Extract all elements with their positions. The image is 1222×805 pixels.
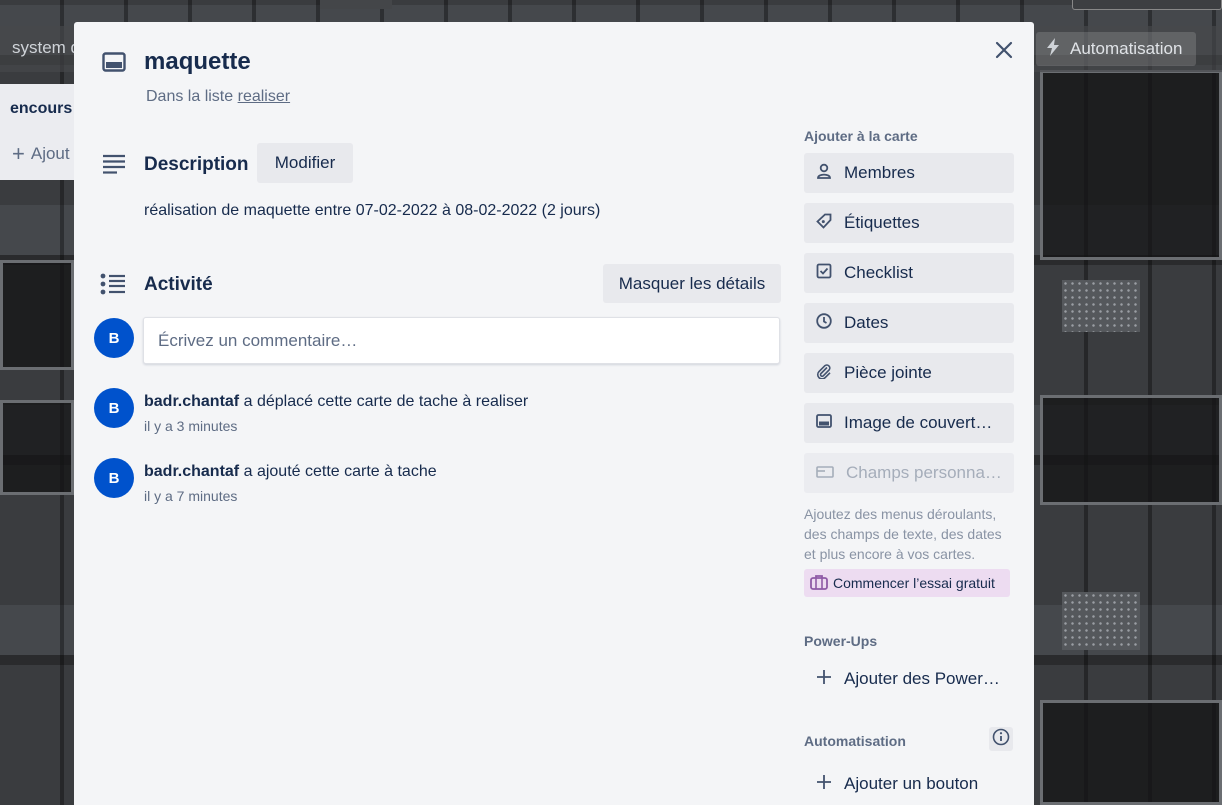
activity-user[interactable]: badr.chantaf [144,393,239,410]
labels-button[interactable]: Étiquettes [804,203,1014,243]
bg-decoration [1040,700,1222,805]
plus-icon: + [12,141,25,166]
activity-action: a déplacé cette carte de tache à realise… [243,393,529,410]
bg-decoration [320,0,392,9]
bg-decoration [1062,280,1140,332]
bg-add-card-label: Ajout [30,144,70,163]
add-button-button[interactable]: Ajouter un bouton [804,764,1014,804]
custom-fields-label: Champs personna… [846,463,1002,482]
bg-decoration [1062,592,1140,650]
attachment-label: Pièce jointe [844,363,932,382]
lightning-icon [1046,37,1060,61]
info-icon [992,728,1010,751]
avatar[interactable]: B [94,318,134,358]
labels-label: Étiquettes [844,213,920,232]
plus-icon [816,669,832,690]
start-trial-label: Commencer l’essai gratuit [833,575,995,591]
attachment-button[interactable]: Pièce jointe [804,353,1014,393]
add-powerups-button[interactable]: Ajouter des Power… [804,659,1014,699]
members-button[interactable]: Membres [804,153,1014,193]
custom-fields-icon [816,463,834,483]
add-to-card-heading: Ajouter à la carte [804,128,918,144]
info-button[interactable] [989,727,1013,751]
dates-label: Dates [844,313,889,332]
paperclip-icon [816,363,832,384]
bg-decoration [1040,395,1222,505]
custom-fields-note: Ajoutez des menus déroulants, des champs… [804,506,1002,562]
activity-heading: Activité [144,274,213,295]
activity-timestamp[interactable]: il y a 7 minutes [144,488,237,504]
close-button[interactable] [988,36,1020,68]
members-label: Membres [844,163,915,182]
card-title[interactable]: maquette [144,48,251,76]
description-icon [102,154,126,179]
activity-timestamp[interactable]: il y a 3 minutes [144,418,237,434]
cover-image-label: Image de couvert… [844,413,993,432]
description-text[interactable]: réalisation de maquette entre 07-02-2022… [144,202,600,220]
add-powerups-label: Ajouter des Power… [844,669,1000,688]
checkbox-icon [816,263,832,284]
activity-entry: badr.chantaf a déplacé cette carte de ta… [144,393,528,411]
in-list-prefix: Dans la liste [146,88,234,105]
bg-list-title[interactable]: encours [10,100,72,118]
description-heading: Description [144,154,249,175]
activity-icon [100,273,126,300]
edit-description-button[interactable]: Modifier [257,143,353,183]
card-icon [102,52,126,77]
bg-decoration [1040,70,1222,260]
hide-details-button[interactable]: Masquer les détails [603,264,781,303]
card-list-info: Dans la liste realiser [146,88,290,106]
card-cover-icon [816,413,832,433]
person-icon [816,163,832,184]
activity-action: a ajouté cette carte à tache [243,463,437,480]
automation-heading: Automatisation [804,733,906,749]
automation-header-label: Automatisation [1070,39,1183,58]
board-name[interactable]: system d [12,38,80,58]
avatar[interactable]: B [94,388,134,428]
checklist-label: Checklist [844,263,913,282]
add-button-label: Ajouter un bouton [844,774,979,793]
dates-button[interactable]: Dates [804,303,1014,343]
bg-decoration [0,260,74,370]
plus-icon [816,774,832,795]
start-trial-button[interactable]: Commencer l’essai gratuit [804,569,1010,597]
tag-icon [816,213,832,234]
bg-decoration [0,400,74,495]
card-detail-modal: maquette Dans la liste realiser Descript… [74,22,1034,805]
powerups-heading: Power-Ups [804,633,878,649]
clock-icon [816,312,832,334]
activity-entry: badr.chantaf a ajouté cette carte à tach… [144,463,437,481]
avatar[interactable]: B [94,458,134,498]
cover-image-button[interactable]: Image de couvert… [804,403,1014,443]
briefcase-icon [810,574,828,593]
checklist-button[interactable]: Checklist [804,253,1014,293]
custom-fields-button[interactable]: Champs personna… [804,453,1014,493]
comment-input[interactable] [143,317,780,364]
bg-add-card-button[interactable]: + Ajout [12,143,70,165]
list-link[interactable]: realiser [238,88,290,105]
bg-search-field[interactable] [1072,0,1222,10]
activity-user[interactable]: badr.chantaf [144,463,239,480]
automation-header-button[interactable]: Automatisation [1036,32,1197,66]
close-icon [995,41,1013,64]
